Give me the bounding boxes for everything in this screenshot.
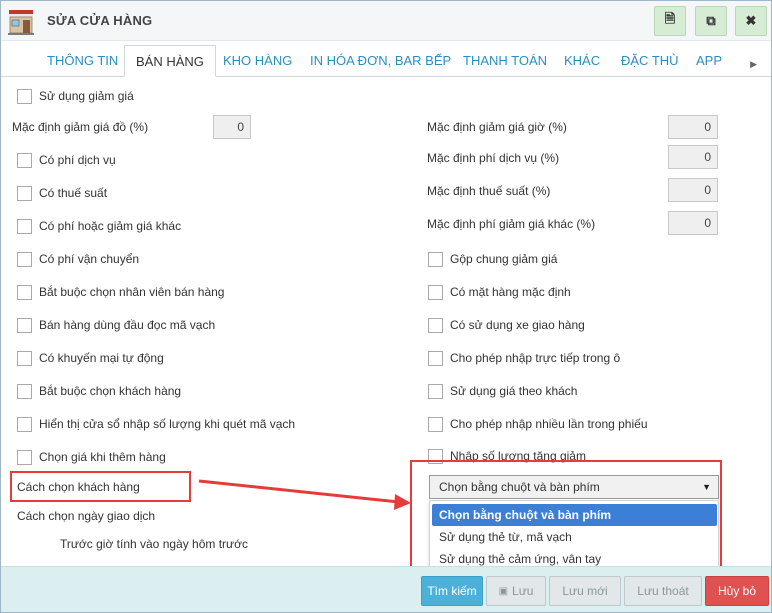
save-label: Lưu [512,584,534,598]
close-icon: ✖ [745,13,757,28]
tab-print[interactable]: IN HÓA ĐƠN, BAR BẾP [310,53,451,68]
document-button[interactable]: 🗎 [654,6,686,36]
tab-app[interactable]: APP [696,53,722,68]
document-icon: 🗎 [664,11,676,26]
tab-warehouse[interactable]: KHO HÀNG [223,53,292,68]
tab-info[interactable]: THÔNG TIN [47,53,118,68]
tab-sales[interactable]: BÁN HÀNG [124,45,216,77]
tab-scroll-right-icon[interactable]: ▶ [750,59,757,70]
sales-settings-panel: Sử dụng giảm giá Mặc định giảm giá đồ (%… [1,78,771,577]
dialog-title: SỬA CỬA HÀNG [47,13,153,28]
dialog-footer: Tìm kiếm ▣ Lưu Lưu mới Lưu thoát Hủy bỏ [1,566,771,612]
save-button[interactable]: ▣ Lưu [486,576,546,606]
cancel-button[interactable]: Hủy bỏ [705,576,769,606]
store-icon [8,10,34,35]
tab-other[interactable]: KHÁC [564,53,600,68]
title-bar: SỬA CỬA HÀNG 🗎 ⧉ ✖ [1,1,771,41]
tab-bar: THÔNG TIN BÁN HÀNG KHO HÀNG IN HÓA ĐƠN, … [1,41,771,77]
edit-store-dialog: SỬA CỬA HÀNG 🗎 ⧉ ✖ THÔNG TIN BÁN HÀNG KH… [0,0,772,613]
annotation-arrow-icon [198,479,411,510]
save-new-button[interactable]: Lưu mới [549,576,621,606]
copy-button[interactable]: ⧉ [695,6,727,36]
save-exit-button[interactable]: Lưu thoát [624,576,702,606]
tab-special[interactable]: ĐẶC THÙ [621,53,679,68]
search-button[interactable]: Tìm kiếm [421,576,483,606]
save-icon: ▣ [498,585,509,597]
tab-payment[interactable]: THANH TOÁN [463,53,547,68]
close-button[interactable]: ✖ [735,6,767,36]
copy-icon: ⧉ [706,13,716,28]
